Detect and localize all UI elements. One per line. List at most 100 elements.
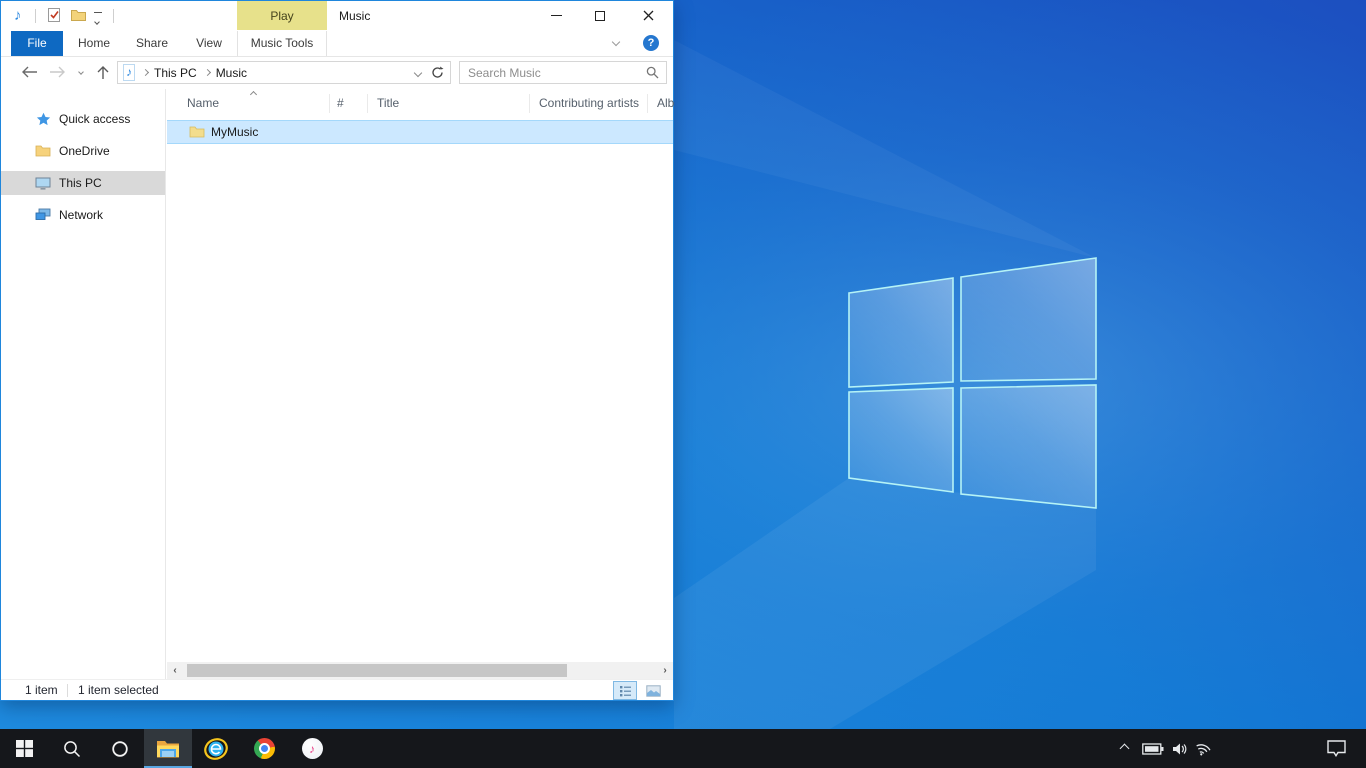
chevron-up-icon [1119, 744, 1129, 754]
tab-view[interactable]: View [185, 31, 233, 56]
address-bar[interactable]: ♪ This PC Music [117, 61, 451, 84]
action-center-button[interactable] [1318, 729, 1354, 768]
action-center-icon [1327, 740, 1346, 757]
arrow-up-icon [97, 65, 109, 80]
horizontal-scrollbar[interactable]: ‹ › [167, 662, 673, 679]
search-icon [63, 740, 81, 758]
tab-file[interactable]: File [11, 31, 63, 56]
search-box[interactable] [459, 61, 667, 84]
cortana-button[interactable] [96, 729, 144, 768]
recent-locations-button[interactable] [73, 60, 89, 84]
column-divider[interactable] [329, 94, 330, 113]
column-divider[interactable] [647, 94, 648, 113]
properties-icon [46, 7, 62, 23]
column-header-number[interactable]: # [337, 96, 344, 110]
network-indicator[interactable] [1190, 729, 1216, 768]
taskbar-file-explorer-button[interactable] [144, 729, 192, 768]
scrollbar-thumb[interactable] [187, 664, 567, 677]
maximize-icon [595, 11, 605, 21]
column-divider[interactable] [529, 94, 530, 113]
forward-button[interactable] [45, 60, 69, 84]
column-header-contributing-artists[interactable]: Contributing artists [539, 96, 639, 110]
navigation-pane: Quick access OneDrive This PC [1, 89, 166, 679]
sidebar-item-label: Network [59, 208, 103, 222]
file-list: Name # Title Contributing artists Alb My… [167, 89, 673, 679]
volume-indicator[interactable] [1168, 729, 1192, 768]
minimize-icon [551, 15, 562, 16]
tab-music-tools[interactable]: Music Tools [237, 31, 327, 56]
up-button[interactable] [91, 60, 115, 84]
internet-explorer-button[interactable] [192, 729, 240, 768]
maximize-button[interactable] [581, 1, 619, 30]
selection-count: 1 item selected [78, 683, 159, 697]
column-header-name[interactable]: Name [187, 96, 219, 110]
breadcrumb-chevron-icon[interactable] [204, 69, 211, 76]
network-icon [35, 207, 51, 223]
qat-customize-button[interactable] [94, 12, 102, 27]
refresh-icon[interactable] [431, 66, 444, 79]
explorer-window: ♪ Play Music [0, 0, 674, 701]
file-row-mymusic[interactable]: MyMusic [167, 120, 673, 144]
column-divider[interactable] [367, 94, 368, 113]
sidebar-item-label: This PC [59, 176, 102, 190]
sidebar-item-this-pc[interactable]: This PC [1, 171, 165, 195]
sidebar-item-label: OneDrive [59, 144, 110, 158]
status-bar: 1 item 1 item selected [1, 679, 673, 700]
large-icons-view-icon [646, 685, 661, 697]
large-icons-view-button[interactable] [641, 681, 665, 700]
chrome-button[interactable] [240, 729, 288, 768]
breadcrumb-chevron-icon[interactable] [142, 69, 149, 76]
sidebar-item-onedrive[interactable]: OneDrive [1, 139, 165, 163]
ribbon-expand-chevron-icon[interactable] [612, 38, 620, 46]
breadcrumb-this-pc[interactable]: This PC [154, 66, 197, 80]
column-header-title[interactable]: Title [377, 96, 399, 110]
search-input[interactable] [460, 66, 646, 80]
itunes-button[interactable]: ♪ [288, 729, 336, 768]
app-music-note-icon: ♪ [14, 7, 22, 24]
address-dropdown-chevron-icon[interactable] [414, 68, 422, 76]
start-button[interactable] [0, 729, 48, 768]
close-button[interactable] [627, 1, 669, 30]
file-explorer-icon [156, 739, 180, 759]
taskbar-search-button[interactable] [48, 729, 96, 768]
back-button[interactable] [17, 60, 41, 84]
desktop: ♪ Play Music [0, 0, 1366, 768]
minimize-button[interactable] [537, 1, 575, 30]
arrow-left-icon [21, 66, 38, 78]
itunes-icon: ♪ [302, 738, 323, 759]
battery-icon [1142, 743, 1164, 755]
sidebar-item-quick-access[interactable]: Quick access [1, 107, 165, 131]
scroll-left-arrow-icon[interactable]: ‹ [167, 662, 183, 679]
column-header-album[interactable]: Alb [657, 96, 674, 110]
content-area: Quick access OneDrive This PC [1, 89, 673, 679]
contextual-tab-group[interactable]: Play [237, 1, 327, 30]
tab-share[interactable]: Share [125, 31, 179, 56]
speaker-icon [1172, 742, 1188, 756]
chevron-down-icon [94, 20, 100, 26]
details-view-icon [619, 685, 632, 697]
help-button[interactable]: ? [643, 35, 659, 51]
scroll-right-arrow-icon[interactable]: › [657, 662, 673, 679]
tab-home[interactable]: Home [69, 31, 119, 56]
title-bar: ♪ Play Music [1, 1, 673, 31]
cortana-circle-icon [111, 740, 129, 758]
details-view-button[interactable] [613, 681, 637, 700]
show-hidden-icons-button[interactable] [1112, 729, 1136, 768]
address-bar-row: ♪ This PC Music [1, 58, 673, 89]
breadcrumb-music[interactable]: Music [216, 66, 247, 80]
taskbar: ♪ [0, 729, 1366, 768]
this-pc-monitor-icon [35, 175, 51, 191]
location-music-note-icon: ♪ [123, 64, 135, 81]
search-icon[interactable] [646, 66, 659, 79]
onedrive-folder-icon [35, 143, 51, 159]
sidebar-item-network[interactable]: Network [1, 203, 165, 227]
battery-indicator[interactable] [1140, 729, 1166, 768]
divider [113, 9, 114, 23]
quick-access-star-icon [35, 111, 51, 127]
qat-properties-button[interactable] [46, 7, 62, 26]
new-folder-icon [70, 7, 87, 23]
chrome-icon [254, 738, 275, 759]
qat-new-folder-button[interactable] [70, 7, 87, 26]
windows-start-icon [16, 740, 33, 757]
arrow-right-icon [49, 66, 66, 78]
